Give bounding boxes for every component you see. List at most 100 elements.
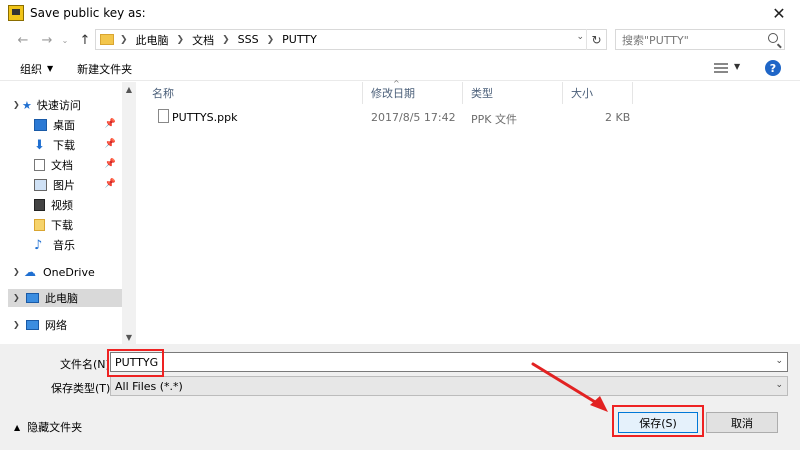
network-icon: [26, 320, 39, 330]
breadcrumb-item[interactable]: PUTTY: [282, 33, 317, 46]
sidebar-item-label: 文档: [51, 159, 73, 172]
file-name: PUTTYS.ppk: [172, 111, 238, 124]
chevron-down-icon[interactable]: ⌄: [576, 32, 584, 42]
caret-down-icon[interactable]: ▼: [734, 62, 740, 71]
music-icon: ♪: [34, 237, 43, 253]
sidebar-item-label: 音乐: [53, 239, 75, 252]
sidebar-item-label: 此电脑: [45, 292, 78, 305]
cloud-icon: ☁: [24, 265, 36, 279]
sidebar-item-videos[interactable]: 视频: [8, 196, 122, 214]
address-bar[interactable]: ❯ 此电脑 ❯ 文档 ❯ SSS ❯ PUTTY ⌄ ↻: [95, 29, 607, 50]
chevron-right-icon: ❯: [176, 34, 185, 45]
navigation-pane: ★ 快速访问 桌面 📌 ⬇ 下载 📌 文档 📌 图片 📌 视频 下载 ♪ 音乐 …: [8, 82, 126, 344]
expand-caret-icon[interactable]: ❯: [13, 320, 20, 329]
filename-label: 文件名(N):: [60, 358, 114, 371]
picture-icon: [34, 179, 47, 191]
document-icon: [34, 159, 45, 171]
sidebar-item-label: 下载: [53, 139, 75, 152]
up-arrow-icon[interactable]: ↑: [76, 31, 94, 49]
folder-icon: [34, 219, 45, 231]
star-icon: ★: [22, 98, 32, 112]
view-options-icon[interactable]: [714, 61, 728, 75]
sidebar-item-pictures[interactable]: 图片 📌: [8, 176, 122, 194]
sidebar-item-label: 下载: [51, 219, 73, 232]
sidebar-item-this-pc[interactable]: 此电脑: [8, 289, 122, 307]
computer-icon: [26, 293, 39, 303]
file-modified: 2017/8/5 17:42: [371, 111, 456, 124]
sidebar-item-network[interactable]: 网络: [8, 316, 122, 334]
breadcrumb-item[interactable]: 文档: [192, 32, 214, 48]
file-size: 2 KB: [605, 111, 631, 124]
chevron-right-icon: ❯: [266, 34, 275, 45]
sidebar-item-label: 图片: [53, 179, 75, 192]
search-input[interactable]: 搜索"PUTTY": [615, 29, 785, 50]
help-icon[interactable]: ?: [765, 60, 781, 76]
search-icon[interactable]: [768, 33, 778, 43]
column-header-type[interactable]: 类型: [465, 82, 563, 104]
back-arrow-icon[interactable]: ←: [14, 31, 32, 49]
sidebar-item-downloads-folder[interactable]: 下载: [8, 216, 122, 234]
recent-locations-icon[interactable]: ⌄: [56, 31, 74, 49]
expand-caret-icon[interactable]: ❯: [13, 267, 20, 276]
desktop-icon: [34, 119, 47, 131]
column-header-label: 名称: [152, 87, 174, 100]
cancel-button[interactable]: 取消: [706, 412, 778, 433]
new-folder-button[interactable]: 新建文件夹: [77, 61, 132, 77]
close-icon[interactable]: ✕: [770, 4, 788, 23]
sidebar-item-documents[interactable]: 文档 📌: [8, 156, 122, 174]
forward-arrow-icon[interactable]: →: [38, 31, 56, 49]
toolbar: 组织 ▼ 新建文件夹 ▼ ?: [0, 57, 800, 81]
breadcrumb-item[interactable]: 此电脑: [136, 32, 169, 48]
video-icon: [34, 199, 45, 211]
chevron-right-icon: ❯: [120, 34, 128, 45]
file-row[interactable]: PUTTYS.ppk 2017/8/5 17:42 PPK 文件 2 KB: [138, 107, 638, 127]
column-header-label: 大小: [571, 87, 593, 100]
sidebar-item-label: OneDrive: [43, 265, 95, 279]
column-header-size[interactable]: 大小: [565, 82, 633, 104]
pin-icon: 📌: [104, 159, 116, 169]
refresh-icon[interactable]: ↻: [586, 29, 606, 50]
sidebar-item-onedrive[interactable]: ☁ OneDrive: [8, 263, 122, 281]
sidebar-item-downloads[interactable]: ⬇ 下载 📌: [8, 136, 122, 154]
sidebar-item-label: 视频: [51, 199, 73, 212]
chevron-down-icon[interactable]: ⌄: [775, 380, 783, 390]
scroll-down-icon[interactable]: ▼: [122, 330, 136, 344]
expand-caret-icon[interactable]: ❯: [13, 100, 20, 109]
filename-input[interactable]: PUTTYG ⌄: [110, 352, 788, 372]
sidebar-item-music[interactable]: ♪ 音乐: [8, 236, 122, 254]
pin-icon: 📌: [104, 139, 116, 149]
sidebar-item-quick-access[interactable]: ★ 快速访问: [22, 96, 122, 114]
annotation-highlight-save: [612, 405, 704, 437]
chevron-down-icon[interactable]: ⌄: [775, 356, 783, 366]
filetype-label: 保存类型(T):: [51, 382, 115, 395]
hide-folders-toggle[interactable]: ▲ 隐藏文件夹: [14, 419, 82, 435]
organize-button[interactable]: 组织 ▼: [20, 61, 53, 77]
folder-icon: [100, 34, 114, 45]
file-type: PPK 文件: [471, 113, 517, 126]
sidebar-scrollbar[interactable]: ▲ ▼: [122, 82, 136, 344]
search-placeholder: 搜索"PUTTY": [622, 33, 689, 47]
expand-caret-icon[interactable]: ❯: [13, 293, 20, 302]
sidebar-item-desktop[interactable]: 桌面 📌: [8, 116, 122, 134]
file-list: 名称 ^ 修改日期 类型 大小 PUTTYS.ppk 2017/8/5 17:4…: [138, 79, 800, 344]
column-header-name[interactable]: 名称: [146, 82, 363, 104]
sidebar-item-label: 快速访问: [36, 99, 81, 112]
pin-icon: 📌: [104, 119, 116, 129]
window-title: Save public key as:: [30, 6, 146, 20]
sidebar-item-label: 网络: [45, 319, 67, 332]
organize-label: 组织: [20, 62, 42, 76]
breadcrumb-item[interactable]: SSS: [238, 33, 259, 46]
download-icon: ⬇: [34, 137, 45, 153]
column-header-modified[interactable]: 修改日期: [365, 82, 463, 104]
chevron-right-icon: ❯: [222, 34, 230, 45]
filetype-value: All Files (*.*): [115, 379, 183, 393]
column-header-label: 类型: [471, 87, 493, 100]
scroll-up-icon[interactable]: ▲: [122, 82, 136, 96]
sidebar-item-label: 桌面: [53, 119, 75, 132]
hide-folders-label: 隐藏文件夹: [27, 421, 83, 434]
address-row: ← → ⌄ ↑ ❯ 此电脑 ❯ 文档 ❯ SSS ❯ PUTTY ⌄ ↻ 搜索"…: [0, 26, 800, 54]
new-folder-label: 新建文件夹: [77, 62, 133, 76]
filetype-select[interactable]: All Files (*.*) ⌄: [110, 376, 788, 396]
pin-icon: 📌: [104, 179, 116, 189]
putty-app-icon: [8, 5, 24, 21]
